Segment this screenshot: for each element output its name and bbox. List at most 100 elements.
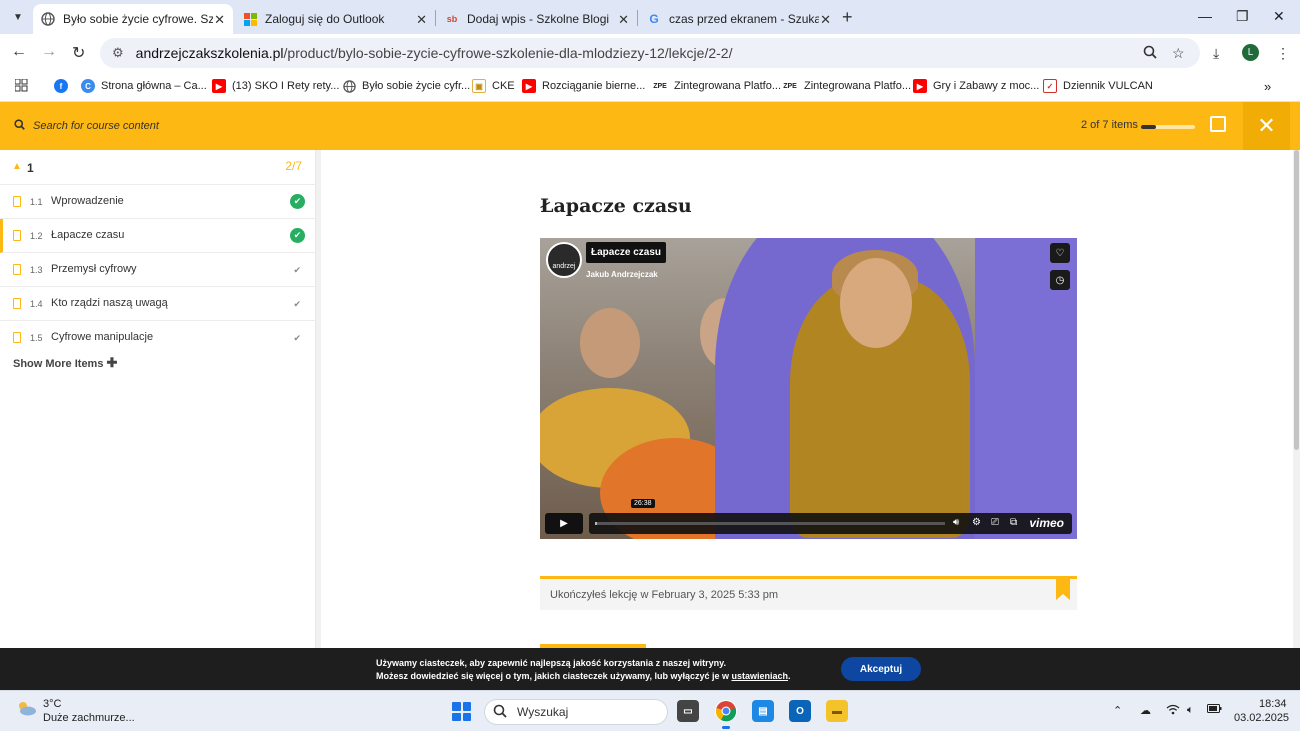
wifi-icon[interactable] — [1166, 704, 1180, 718]
section-count: 2/7 — [285, 159, 302, 173]
settings-gear-icon[interactable]: ⚙ — [972, 517, 981, 528]
page-scrollbar[interactable] — [1293, 150, 1300, 648]
tab-search-button[interactable]: ▼ — [7, 6, 29, 28]
vimeo-logo[interactable]: vimeo — [1029, 516, 1064, 530]
weather-description[interactable]: Duże zachmurze... — [43, 712, 135, 724]
lesson-item[interactable]: 1.3 Przemysł cyfrowy ✔ — [0, 253, 316, 287]
volume-icon[interactable]: 🔊︎ — [953, 517, 959, 528]
bookmark-star-icon[interactable]: ☆ — [1172, 45, 1185, 62]
play-icon[interactable]: ▶ — [545, 513, 583, 534]
close-icon[interactable]: ✕ — [618, 12, 629, 28]
close-course-button[interactable]: ✕ — [1243, 102, 1290, 150]
speaker-icon[interactable]: 🔈︎ — [1187, 704, 1194, 717]
check-icon: ✔ — [293, 333, 301, 343]
lesson-item[interactable]: 1.1 Wprowadzenie ✔ — [0, 185, 316, 219]
file-explorer-icon[interactable]: ▬ — [826, 700, 848, 722]
lesson-heading: Łapacze czasu — [540, 195, 692, 217]
tab-outlook[interactable]: Zaloguj się do Outlook ✕ — [235, 4, 435, 34]
close-window-icon[interactable]: ✕ — [1273, 8, 1285, 25]
windows-taskbar: 3°C Duże zachmurze... Wyszukaj ▭ ▤ O ▬ ⌃… — [0, 690, 1300, 731]
apps-icon[interactable] — [15, 79, 28, 92]
chrome-icon: C — [81, 79, 95, 93]
zoom-icon[interactable] — [1143, 45, 1157, 62]
url-path: /product/bylo-sobie-zycie-cyfrowe-szkole… — [283, 45, 733, 61]
word-app-icon[interactable]: ▤ — [752, 700, 774, 722]
new-tab-button[interactable]: + — [842, 7, 853, 28]
document-icon — [13, 298, 21, 309]
pip-icon[interactable]: ⧉ — [1010, 517, 1017, 528]
clock-date[interactable]: 03.02.2025 — [1234, 712, 1289, 724]
lesson-item-current[interactable]: 1.2 Łapacze czasu ✔ — [0, 219, 316, 253]
battery-icon[interactable] — [1207, 704, 1222, 716]
lesson-item[interactable]: 1.4 Kto rządzi naszą uwagą ✔ — [0, 287, 316, 321]
bookmark-item[interactable]: ZPE Zintegrowana Platfo... — [782, 79, 911, 93]
course-search[interactable]: Search for course content — [14, 119, 159, 133]
lesson-title: Wprowadzenie — [51, 195, 124, 207]
lesson-item[interactable]: 1.5 Cyfrowe manipulacje ✔ — [0, 321, 316, 355]
chevron-up-icon[interactable]: ⌃ — [1113, 704, 1122, 717]
tab-title: Zaloguj się do Outlook — [265, 12, 385, 26]
video-title[interactable]: Łapacze czasu — [586, 242, 667, 263]
tab-separator — [637, 10, 638, 26]
bookmark-item[interactable]: ▶ Rozciąganie bierne... — [522, 79, 645, 93]
bookmark-item[interactable]: ✓ Dziennik VULCAN — [1043, 79, 1153, 93]
clock-time[interactable]: 18:34 — [1259, 698, 1287, 710]
accept-cookies-button[interactable]: Akceptuj — [841, 657, 921, 681]
tab-google-search[interactable]: G czas przed ekranem - Szukaj w ✕ — [639, 4, 839, 34]
site-info-icon[interactable]: ⚙ — [112, 45, 124, 61]
cookie-line-1: Używamy ciasteczek, aby zapewnić najleps… — [376, 658, 726, 668]
tab-szkolne-blogi[interactable]: sb Dodaj wpis - Szkolne Blogi ✕ — [437, 4, 637, 34]
close-icon[interactable]: ✕ — [214, 12, 225, 28]
watch-later-clock-icon[interactable]: ◷ — [1050, 270, 1070, 290]
sidebar-divider[interactable] — [316, 150, 321, 648]
document-icon — [13, 230, 21, 241]
like-heart-icon[interactable]: ♡ — [1050, 243, 1070, 263]
control-bar: 26:38 🔊︎ ⚙ ⎚ ⧉ vimeo — [589, 499, 1072, 534]
seek-bar[interactable] — [595, 522, 945, 525]
more-bookmarks-icon[interactable]: » — [1264, 79, 1271, 94]
cast-icon[interactable]: ⎚ — [991, 517, 999, 528]
video-player[interactable]: andrzej Łapacze czasu Jakub Andrzejczak … — [540, 238, 1077, 539]
channel-badge-text: andrzej — [552, 263, 576, 270]
bookmark-item[interactable]: Było sobie życie cyfr... — [342, 79, 470, 93]
task-view-icon[interactable]: ▭ — [677, 700, 699, 722]
channel-avatar[interactable]: andrzej — [546, 242, 582, 278]
bookmark-item[interactable]: ZPE Zintegrowana Platfo... — [652, 79, 781, 93]
bookmark-item[interactable]: ▶ Gry i Zabawy z moc... — [913, 79, 1039, 93]
lesson-completed-notice: Ukończyłeś lekcję w February 3, 2025 5:3… — [540, 576, 1077, 610]
forward-icon[interactable]: → — [41, 43, 57, 61]
lesson-number: 1.5 — [30, 333, 43, 343]
chrome-taskbar-icon[interactable] — [715, 700, 737, 729]
video-scene-shape — [580, 308, 640, 378]
tab-active[interactable]: Było sobie życie cyfrowe. Szkole ✕ — [33, 4, 233, 34]
cookie-settings-link[interactable]: ustawieniach — [731, 671, 788, 681]
bookmark-item[interactable]: C Strona główna – Ca... — [81, 79, 207, 93]
onedrive-icon[interactable]: ☁ — [1140, 704, 1151, 717]
facebook-bookmark[interactable]: f — [54, 79, 74, 93]
weather-temperature[interactable]: 3°C — [43, 698, 61, 710]
url-bar[interactable]: ⚙ andrzejczakszkolenia.pl/product/bylo-s… — [100, 38, 1200, 68]
section-header[interactable]: ▲ 1 2/7 — [0, 150, 316, 185]
video-author[interactable]: Jakub Andrzejczak — [586, 270, 658, 279]
taskbar-search[interactable]: Wyszukaj — [484, 699, 668, 725]
close-icon[interactable]: ✕ — [416, 12, 427, 28]
minimize-icon[interactable]: — — [1198, 8, 1212, 24]
download-icon[interactable]: ⤓ — [1213, 45, 1219, 62]
reload-icon[interactable]: ↻ — [72, 43, 85, 63]
restore-icon[interactable]: ❐ — [1236, 8, 1249, 25]
bookmark-item[interactable]: ▣ CKE — [472, 79, 515, 93]
search-icon — [493, 704, 507, 721]
windows-start-icon[interactable] — [452, 702, 471, 721]
outlook-app-icon[interactable]: O — [789, 700, 811, 722]
close-icon[interactable]: ✕ — [820, 12, 831, 28]
fullscreen-icon[interactable] — [1210, 116, 1226, 132]
back-icon[interactable]: ← — [11, 43, 27, 61]
scrollbar-thumb[interactable] — [1294, 150, 1299, 450]
menu-icon[interactable]: ⋮ — [1276, 45, 1290, 62]
profile-avatar[interactable]: L — [1242, 44, 1259, 61]
bookmark-item[interactable]: ▶ (13) SKO I Rety rety... — [212, 79, 339, 93]
weather-cloud-icon[interactable] — [15, 700, 37, 716]
show-more-items-button[interactable]: Show More Items ✚ — [13, 355, 117, 371]
url-host: andrzejczakszkolenia.pl — [135, 45, 284, 61]
browser-tabstrip: ▼ Było sobie życie cyfrowe. Szkole ✕ Zal… — [0, 0, 1300, 34]
